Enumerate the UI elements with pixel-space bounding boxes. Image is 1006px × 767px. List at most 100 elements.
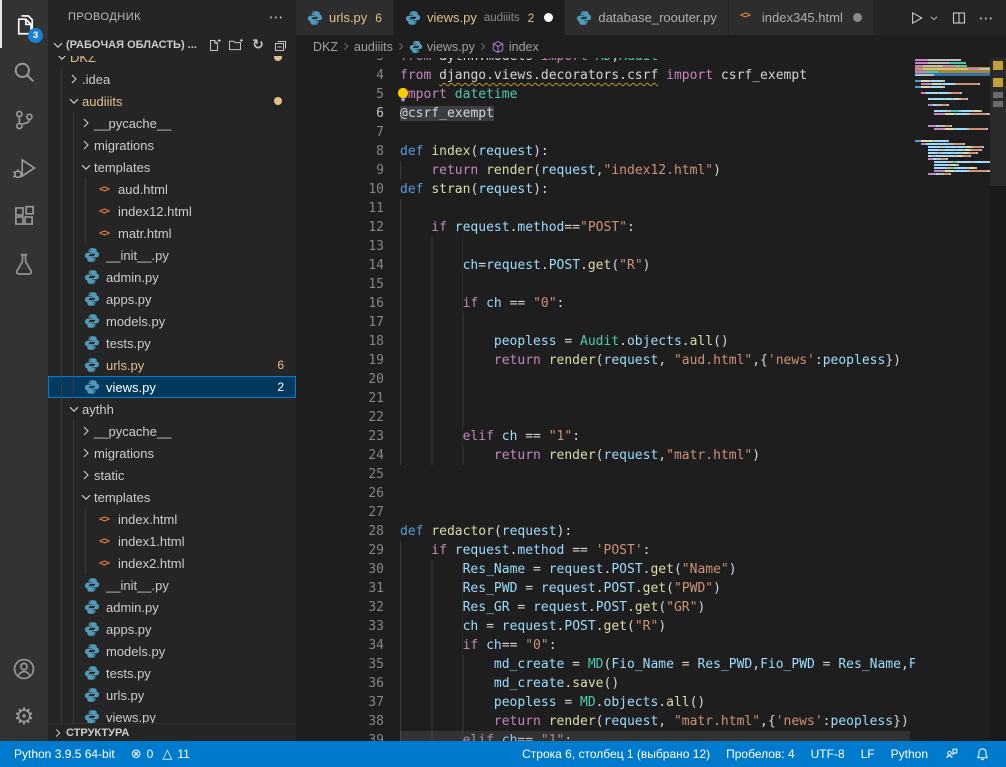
- code-line-28[interactable]: 28def redactor(request):: [296, 522, 1006, 541]
- code-line-20[interactable]: 20: [296, 370, 1006, 389]
- vertical-scrollbar[interactable]: [990, 58, 1006, 186]
- tree-item-views-py[interactable]: views.py: [48, 706, 296, 724]
- activity-source-control[interactable]: [0, 96, 48, 144]
- code-line-19[interactable]: 19return render(request, "aud.html",{'ne…: [296, 351, 1006, 370]
- code-line-22[interactable]: 22: [296, 408, 1006, 427]
- breadcrumb-item-dkz[interactable]: DKZ: [313, 40, 338, 54]
- status-feedback[interactable]: [936, 741, 967, 767]
- tab-urls-py[interactable]: urls.py6: [296, 0, 393, 35]
- activity-search[interactable]: [0, 48, 48, 96]
- status-indentation[interactable]: Пробелов: 4: [718, 741, 803, 767]
- more-actions-icon[interactable]: ⋯: [269, 8, 285, 26]
- dirty-indicator-icon[interactable]: [544, 13, 553, 22]
- tree-item-init-py[interactable]: __init__.py: [48, 244, 296, 266]
- tree-item-urls-py[interactable]: urls.py: [48, 684, 296, 706]
- new-file-icon[interactable]: [206, 37, 222, 53]
- code-line-21[interactable]: 21: [296, 389, 1006, 408]
- tree-item-aythh[interactable]: aythh: [48, 398, 296, 420]
- status-encoding[interactable]: UTF-8: [803, 741, 853, 767]
- tree-item-urls-py[interactable]: urls.py6: [48, 354, 296, 376]
- code-line-5[interactable]: 5import datetime: [296, 85, 1006, 104]
- horizontal-scrollbar[interactable]: [400, 731, 910, 741]
- activity-settings[interactable]: ⚙: [0, 693, 48, 741]
- tree-item-models-py[interactable]: models.py: [48, 640, 296, 662]
- activity-run-debug[interactable]: [0, 144, 48, 192]
- python-version[interactable]: Python 3.9.5 64-bit: [6, 741, 123, 767]
- code-line-9[interactable]: 9return render(request,"index12.html"): [296, 161, 1006, 180]
- tree-item-static[interactable]: static: [48, 464, 296, 486]
- code-line-25[interactable]: 25: [296, 465, 1006, 484]
- code-line-34[interactable]: 34if ch== "0":: [296, 636, 1006, 655]
- code-line-30[interactable]: 30Res_Name = request.POST.get("Name"): [296, 560, 1006, 579]
- tree-item-templates[interactable]: templates: [48, 156, 296, 178]
- breadcrumb-item-audiiits[interactable]: audiiits: [354, 40, 393, 54]
- problems-indicator[interactable]: ⊗ 0 △ 11: [123, 741, 198, 767]
- activity-explorer[interactable]: 3: [0, 0, 48, 48]
- code-line-7[interactable]: 7: [296, 123, 1006, 142]
- code-line-33[interactable]: 33ch = request.POST.get("R"): [296, 617, 1006, 636]
- code-line-36[interactable]: 36md_create.save(): [296, 674, 1006, 693]
- code-line-12[interactable]: 12if request.method=="POST":: [296, 218, 1006, 237]
- tab-database-roouter-py[interactable]: database_roouter.py: [565, 0, 728, 35]
- breadcrumb-item-views-py[interactable]: views.py: [409, 40, 475, 54]
- code-line-8[interactable]: 8def index(request):: [296, 142, 1006, 161]
- tree-item-templates[interactable]: templates: [48, 486, 296, 508]
- code-line-18[interactable]: 18peopless = Audit.objects.all(): [296, 332, 1006, 351]
- tree-item-pycache[interactable]: __pycache__: [48, 420, 296, 442]
- tab-views-py[interactable]: views.pyaudiiits2: [394, 0, 564, 35]
- outline-section-header[interactable]: СТРУКТУРА: [48, 723, 296, 741]
- code-line-10[interactable]: 10def stran(request):: [296, 180, 1006, 199]
- activity-account[interactable]: [0, 645, 48, 693]
- status-cursor-position[interactable]: Строка 6, столбец 1 (выбрано 12): [514, 741, 718, 767]
- code-line-37[interactable]: 37peopless = MD.objects.all(): [296, 693, 1006, 712]
- code-editor[interactable]: 3from aythh.models import MD,Audit4from …: [296, 58, 1006, 741]
- tree-item-init-py[interactable]: __init__.py: [48, 574, 296, 596]
- lightbulb-icon[interactable]: [396, 87, 411, 103]
- tree-item-apps-py[interactable]: apps.py: [48, 618, 296, 640]
- code-line-11[interactable]: 11: [296, 199, 1006, 218]
- code-line-29[interactable]: 29if request.method == 'POST':: [296, 541, 1006, 560]
- collapse-all-icon[interactable]: [272, 37, 288, 53]
- activity-testing[interactable]: [0, 240, 48, 288]
- split-editor-icon[interactable]: [951, 10, 967, 26]
- code-line-16[interactable]: 16if ch == "0":: [296, 294, 1006, 313]
- breadcrumb-item-index[interactable]: index: [491, 40, 539, 54]
- code-line-15[interactable]: 15: [296, 275, 1006, 294]
- code-line-6[interactable]: 6@csrf_exempt: [296, 104, 1006, 123]
- minimap[interactable]: [915, 58, 990, 741]
- code-line-31[interactable]: 31Res_PWD = request.POST.get("PWD"): [296, 579, 1006, 598]
- tree-item-dkz[interactable]: DKZ: [48, 56, 296, 68]
- tree-item-idea[interactable]: .idea: [48, 68, 296, 90]
- tree-item-migrations[interactable]: migrations: [48, 442, 296, 464]
- tree-item-pycache[interactable]: __pycache__: [48, 112, 296, 134]
- tree-item-audiiits[interactable]: audiiits: [48, 90, 296, 112]
- status-language-mode[interactable]: Python: [883, 741, 936, 767]
- tree-item-models-py[interactable]: models.py: [48, 310, 296, 332]
- more-actions-icon[interactable]: ⋯: [978, 10, 994, 26]
- activity-extensions[interactable]: [0, 192, 48, 240]
- code-line-13[interactable]: 13: [296, 237, 1006, 256]
- tree-item-admin-py[interactable]: admin.py: [48, 596, 296, 618]
- refresh-icon[interactable]: ↻: [250, 37, 266, 53]
- tree-item-apps-py[interactable]: apps.py: [48, 288, 296, 310]
- workspace-section-header[interactable]: (РАБОЧАЯ ОБЛАСТЬ) ... ↻: [48, 34, 296, 56]
- chevron-down-icon[interactable]: [928, 10, 940, 26]
- tree-item-views-py[interactable]: views.py2: [48, 376, 296, 398]
- code-line-3[interactable]: 3from aythh.models import MD,Audit: [296, 58, 1006, 66]
- tree-item-tests-py[interactable]: tests.py: [48, 332, 296, 354]
- code-line-23[interactable]: 23elif ch == "1":: [296, 427, 1006, 446]
- code-line-32[interactable]: 32Res_GR = request.POST.get("GR"): [296, 598, 1006, 617]
- code-line-27[interactable]: 27: [296, 503, 1006, 522]
- dirty-indicator-icon[interactable]: [853, 13, 862, 22]
- code-line-24[interactable]: 24return render(request,"matr.html"): [296, 446, 1006, 465]
- code-line-35[interactable]: 35md_create = MD(Fio_Name = Res_PWD,Fio_…: [296, 655, 1006, 674]
- status-notifications[interactable]: [967, 741, 998, 767]
- tree-item-migrations[interactable]: migrations: [48, 134, 296, 156]
- tree-item-tests-py[interactable]: tests.py: [48, 662, 296, 684]
- code-line-17[interactable]: 17: [296, 313, 1006, 332]
- code-line-26[interactable]: 26: [296, 484, 1006, 503]
- code-line-38[interactable]: 38return render(request, "matr.html",{'n…: [296, 712, 1006, 731]
- run-icon[interactable]: [908, 10, 924, 26]
- tab-index345-html[interactable]: <>index345.html: [729, 0, 873, 35]
- code-line-4[interactable]: 4from django.views.decorators.csrf impor…: [296, 66, 1006, 85]
